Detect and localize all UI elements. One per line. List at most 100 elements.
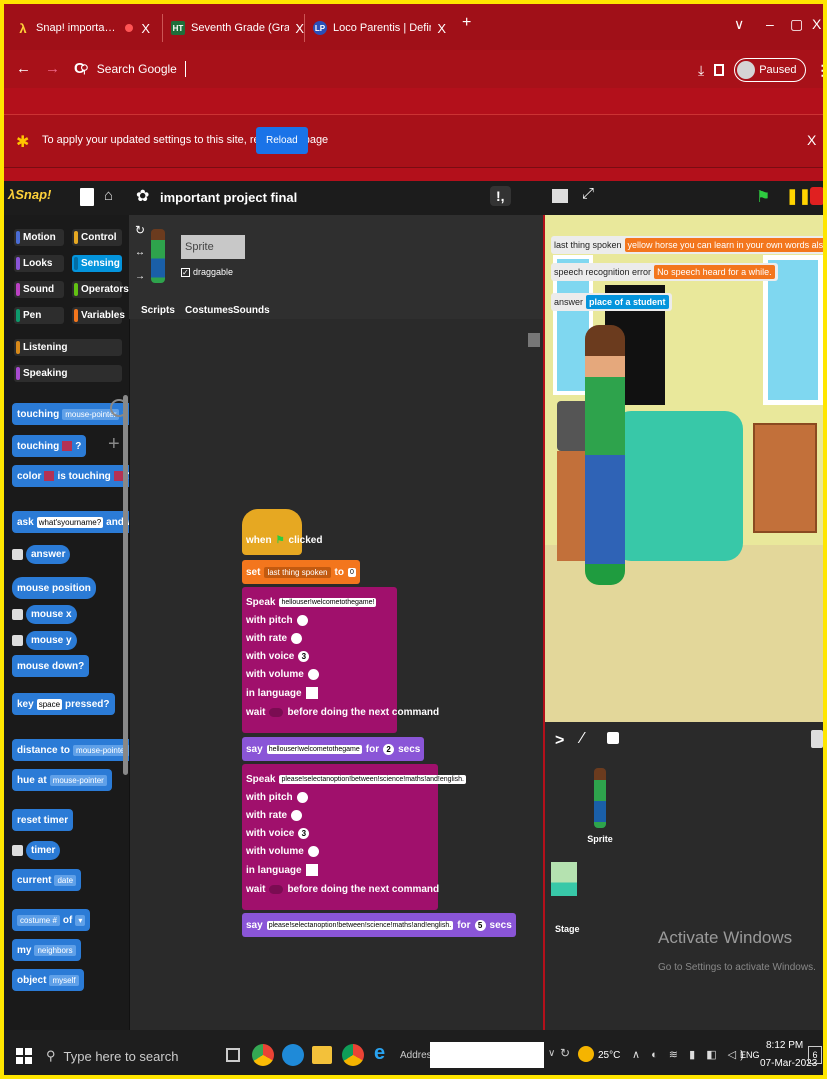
notification-icon[interactable]: 6 (808, 1046, 822, 1064)
close-icon[interactable]: X (141, 21, 150, 36)
key-pressed-block[interactable]: key space pressed? (12, 693, 115, 715)
chrome-icon[interactable] (252, 1044, 274, 1066)
search-input[interactable]: Search Google (97, 62, 177, 76)
app-mode-icon[interactable]: ⤢ (582, 185, 594, 202)
normal-stage-icon[interactable] (552, 189, 568, 203)
object-myself-block[interactable]: object myself (12, 969, 84, 991)
gear-icon[interactable]: ✿ (136, 186, 149, 206)
flip-icon[interactable]: ↔ (135, 247, 145, 258)
infobar-close-button[interactable]: X (807, 132, 816, 148)
profile-paused-button[interactable]: Paused (734, 58, 806, 82)
taskbar-search[interactable]: ⚲ Type here to search (42, 1038, 222, 1074)
answer-reporter[interactable]: answer (12, 543, 71, 565)
file-explorer-icon[interactable] (312, 1046, 332, 1064)
mouse-down-block[interactable]: mouse down? (12, 655, 90, 677)
category-operators[interactable]: Operators (72, 281, 129, 298)
reload-button[interactable]: Reload (256, 127, 308, 154)
watcher-answer[interactable]: answer place of a student (551, 293, 672, 311)
tab-seventh-grade[interactable]: HT Seventh Grade (Grade 7) Chemis X (162, 14, 312, 42)
category-variables[interactable]: Variables (72, 307, 125, 324)
snap-logo[interactable]: λSnap! (8, 187, 51, 202)
back-icon[interactable]: ← (16, 60, 31, 77)
timer-reporter[interactable]: timer (12, 839, 61, 861)
windows-start-icon[interactable] (16, 1048, 32, 1064)
hue-at-block[interactable]: hue at mouse-pointer (12, 769, 112, 791)
tab-scripts[interactable]: Scripts (133, 303, 183, 318)
task-view-icon[interactable] (226, 1048, 240, 1062)
palette-scrollbar[interactable] (123, 395, 128, 775)
trash-icon[interactable] (811, 730, 823, 748)
tab-sounds[interactable]: Sounds (225, 303, 278, 318)
pause-button[interactable]: ❚❚ (786, 187, 811, 205)
scripts-menu-icon[interactable] (528, 333, 540, 347)
menu-icon[interactable]: ⋮ (816, 62, 823, 79)
sprite-name-field[interactable]: Sprite (181, 235, 245, 259)
clock-time[interactable]: 8:12 PM (766, 1040, 803, 1051)
edge-icon[interactable] (282, 1044, 304, 1066)
category-listening[interactable]: Listening (14, 339, 122, 356)
ie-icon[interactable]: e (374, 1042, 385, 1065)
current-date-block[interactable]: current date (12, 869, 82, 891)
when-flag-clicked-hat[interactable]: when ⚑ clicked (242, 509, 322, 555)
category-looks[interactable]: Looks (14, 255, 64, 272)
paintbrush-icon[interactable]: ∕ (581, 730, 584, 748)
girl-sprite[interactable] (585, 325, 625, 585)
tab-loco-parentis[interactable]: LP Loco Parentis | Definition & Mea X (304, 14, 454, 42)
reset-timer-block[interactable]: reset timer (12, 809, 74, 831)
distance-block[interactable]: distance to mouse-pointer (12, 739, 136, 761)
mouse-x-reporter[interactable]: mouse x (12, 603, 77, 625)
weather-temp[interactable]: 25°C (598, 1050, 620, 1061)
stage-thumbnail[interactable] (551, 862, 577, 896)
camera-icon[interactable] (607, 732, 619, 744)
chrome-canary-icon[interactable] (342, 1044, 364, 1066)
tab-snap[interactable]: λ Snap! important project final X (8, 14, 158, 42)
set-variable-block[interactable]: set last thing spoken to 0 (242, 560, 360, 584)
mouse-position-block[interactable]: mouse position (12, 577, 96, 599)
keyboard-icon[interactable]: !, (490, 186, 511, 206)
turtle-icon[interactable]: > (555, 732, 564, 750)
say-for-block-1[interactable]: say hellouser!welcometothegame for 2 secs (242, 737, 425, 761)
lang-indicator[interactable]: ENG (740, 1050, 760, 1060)
category-sensing[interactable]: Sensing (72, 255, 122, 272)
costume-of-block[interactable]: costume # of ▾ (12, 909, 91, 931)
address-toolbar-input[interactable] (430, 1042, 544, 1068)
minimize-button[interactable]: – (766, 16, 774, 32)
my-neighbors-block[interactable]: my neighbors (12, 939, 81, 961)
cloud-icon[interactable]: ⌂ (104, 187, 113, 204)
tab-search-button[interactable]: ∨ (734, 16, 744, 33)
category-speaking[interactable]: Speaking (14, 365, 122, 382)
category-sound[interactable]: Sound (14, 281, 64, 298)
close-icon[interactable]: X (437, 21, 446, 36)
file-icon[interactable] (80, 188, 94, 206)
watcher-speech-error[interactable]: speech recognition error No speech heard… (551, 263, 778, 281)
add-block-icon[interactable]: + (108, 433, 120, 456)
no-rotate-icon[interactable]: → (135, 271, 145, 282)
close-icon[interactable]: X (295, 21, 304, 36)
category-control[interactable]: Control (72, 229, 122, 246)
refresh-icon[interactable]: ↻ (560, 1046, 570, 1060)
color-touching-block[interactable]: coloris touching? (12, 465, 138, 487)
corral-sprite[interactable]: Sprite (585, 768, 615, 848)
watcher-last-thing-spoken[interactable]: last thing spoken yellow horse you can l… (551, 236, 823, 254)
palette-zoom-icon[interactable] (110, 399, 128, 417)
green-flag-button[interactable]: ⚑ (756, 187, 770, 207)
mouse-y-reporter[interactable]: mouse y (12, 629, 77, 651)
chevron-down-icon[interactable]: ∨ (548, 1048, 555, 1059)
rotate-icon[interactable]: ↻ (135, 223, 145, 237)
tray-icons[interactable]: ∧ ◐ ≋ ▮ ◧ ◁) (632, 1048, 748, 1061)
say-for-block-2[interactable]: say please!selectanoption!between!science… (242, 913, 516, 937)
checkbox[interactable] (12, 548, 23, 560)
download-icon[interactable]: ⤓ (698, 62, 704, 79)
side-panel-icon[interactable] (714, 64, 725, 76)
speak-block-2[interactable]: Speak please!selectanoption!between!scien… (242, 764, 466, 910)
speak-block-1[interactable]: Speak hellouser!welcometothegame! with pi… (242, 587, 439, 733)
new-tab-button[interactable]: + (462, 14, 471, 32)
category-pen[interactable]: Pen (14, 307, 64, 324)
maximize-button[interactable]: ▢ (790, 16, 803, 33)
stage[interactable]: last thing spoken yellow horse you can l… (545, 215, 823, 722)
stop-button[interactable] (810, 187, 823, 205)
forward-icon[interactable]: → (45, 60, 60, 77)
window-close-button[interactable]: X (812, 16, 821, 32)
omnibox[interactable]: ⚲ Search Google (80, 58, 680, 80)
draggable-checkbox[interactable]: ✓ (181, 267, 190, 277)
